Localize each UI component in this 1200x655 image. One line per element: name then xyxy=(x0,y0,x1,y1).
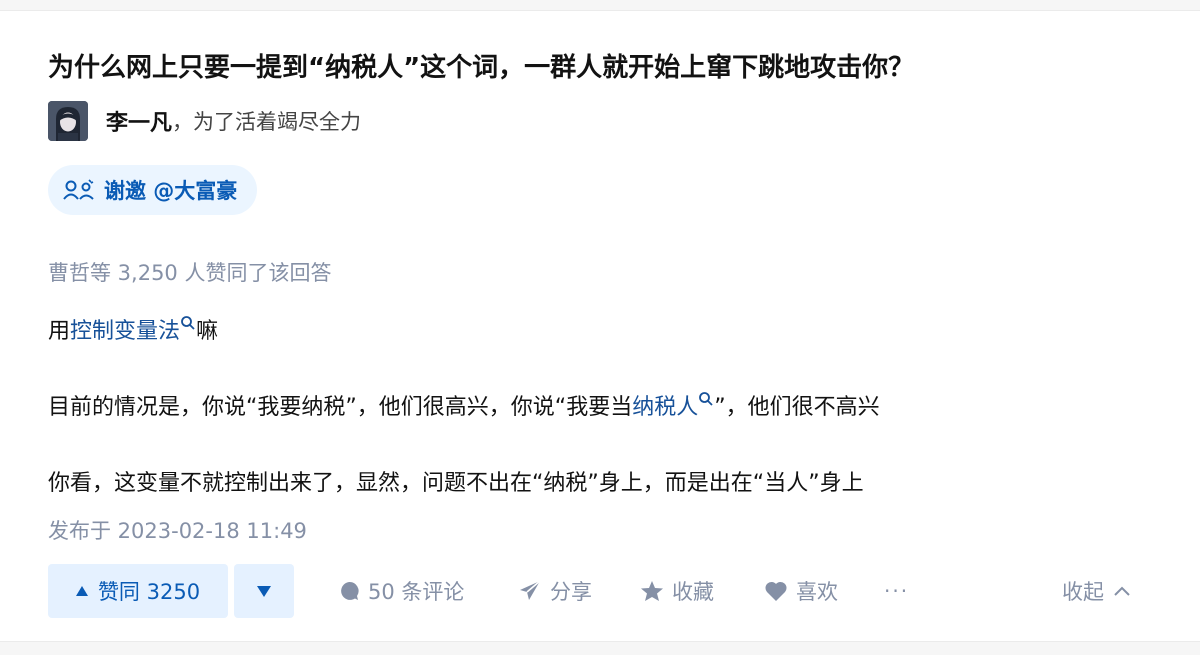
triangle-down-icon xyxy=(257,585,271,597)
search-icon xyxy=(181,316,195,330)
collapse-label: 收起 xyxy=(1062,580,1104,604)
like-button[interactable]: 喜欢 xyxy=(764,564,838,618)
collect-button[interactable]: 收藏 xyxy=(640,564,714,618)
share-button[interactable]: 分享 xyxy=(518,564,592,618)
p2-text-after: ”，他们很不高兴 xyxy=(714,395,880,420)
answer-paragraph-1: 用控制变量法嘛 xyxy=(48,313,218,345)
answer-card: 为什么网上只要一提到“纳税人”这个词，一群人就开始上窜下跳地攻击你？ 李一凡 ，… xyxy=(0,10,1200,642)
upvote-summary[interactable]: 曹哲等 3,250 人赞同了该回答 xyxy=(48,257,331,287)
answer-paragraph-3: 你看，这变量不就控制出来了，显然，问题不出在“纳税”身上，而是出在“当人”身上 xyxy=(48,471,864,496)
author-bio: ，为了活着竭尽全力 xyxy=(172,110,362,134)
p2-text-before: 目前的情况是，你说“我要纳税”，他们很高兴，你说“我要当 xyxy=(48,395,633,420)
answer-paragraph-2: 目前的情况是，你说“我要纳税”，他们很高兴，你说“我要当纳税人 ”，他们很不高兴 xyxy=(48,389,880,421)
keyword-link-control-variable[interactable]: 控制变量法 xyxy=(70,316,196,344)
heart-icon xyxy=(765,581,787,601)
comment-icon xyxy=(341,581,359,600)
upvote-button[interactable]: 赞同 3250 xyxy=(48,564,228,618)
star-icon xyxy=(641,581,663,601)
comment-label: 50 条评论 xyxy=(368,580,465,604)
collapse-button[interactable]: 收起 xyxy=(1062,564,1130,618)
search-icon xyxy=(699,392,713,406)
p1-text-before: 用 xyxy=(48,319,71,344)
author-info: 李一凡 ，为了活着竭尽全力 xyxy=(48,97,361,145)
downvote-button[interactable] xyxy=(234,564,294,618)
invite-label: 谢邀 @大富豪 xyxy=(104,179,238,203)
upvote-label: 赞同 3250 xyxy=(97,580,201,604)
question-title[interactable]: 为什么网上只要一提到“纳税人”这个词，一群人就开始上窜下跳地攻击你？ xyxy=(48,47,914,84)
like-label: 喜欢 xyxy=(796,580,838,604)
comment-button[interactable]: 50 条评论 xyxy=(338,564,464,618)
avatar[interactable] xyxy=(48,101,88,141)
share-icon xyxy=(520,580,541,600)
invite-badge[interactable]: 谢邀 @大富豪 xyxy=(48,165,258,215)
publish-time[interactable]: 发布于 2023-02-18 11:49 xyxy=(48,515,307,545)
author-name[interactable]: 李一凡 xyxy=(106,105,172,137)
p1-text-after: 嘛 xyxy=(196,319,219,344)
triangle-up-icon xyxy=(75,586,88,596)
invite-icon xyxy=(63,179,94,200)
more-button[interactable]: ··· xyxy=(884,564,909,618)
chevron-up-icon xyxy=(1114,586,1130,596)
keyword-link-taxpayer[interactable]: 纳税人 xyxy=(632,392,714,420)
share-label: 分享 xyxy=(550,580,592,604)
collect-label: 收藏 xyxy=(672,580,714,604)
action-bar: 赞同 3250 50 条评论 分享 收藏 喜欢 ··· 收起 xyxy=(48,564,1152,619)
